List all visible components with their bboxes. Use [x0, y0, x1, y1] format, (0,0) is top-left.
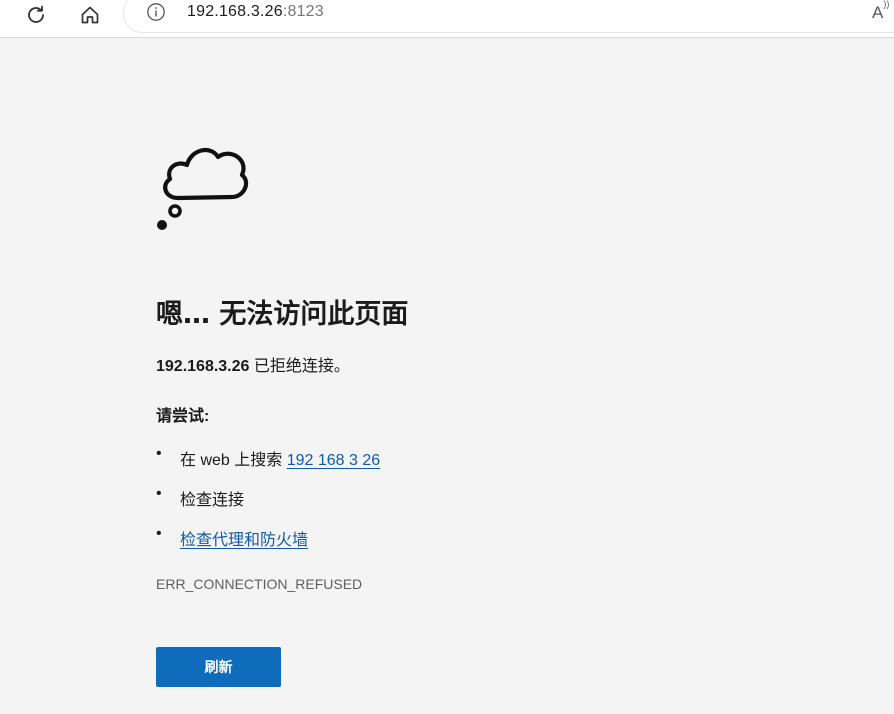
- search-prefix: 在 web 上搜索: [180, 452, 287, 469]
- error-code: ERR_CONNECTION_REFUSED: [156, 576, 363, 592]
- url-port: :8123: [282, 3, 324, 20]
- refused-text: 已拒绝连接。: [249, 358, 350, 375]
- home-icon: [81, 6, 99, 24]
- address-bar[interactable]: 192.168.3.26:8123 A)): [124, 0, 894, 32]
- thought-cloud-icon: [157, 147, 249, 230]
- error-title: 嗯… 无法访问此页面: [156, 299, 409, 330]
- check-proxy-firewall-link[interactable]: 检查代理和防火墙: [180, 532, 308, 549]
- refresh-button[interactable]: 刷新: [156, 647, 281, 687]
- home-button[interactable]: [73, 0, 107, 30]
- refused-host: 192.168.3.26: [156, 358, 250, 375]
- bullet: •: [156, 525, 162, 542]
- error-description: 192.168.3.26 已拒绝连接。: [156, 352, 350, 376]
- search-web-link[interactable]: 192 168 3 26: [287, 452, 380, 469]
- bullet: •: [156, 485, 162, 502]
- reload-button[interactable]: [19, 0, 53, 30]
- check-connection-text: 检查连接: [180, 492, 245, 509]
- info-icon[interactable]: [146, 2, 166, 22]
- read-aloud-button[interactable]: A)): [872, 0, 890, 23]
- read-aloud-waves: )): [883, 0, 890, 10]
- browser-toolbar: 192.168.3.26:8123 A)): [0, 0, 894, 38]
- reload-icon: [28, 5, 44, 23]
- url-host: 192.168.3.26: [187, 3, 283, 20]
- read-aloud-label: A: [872, 3, 884, 22]
- url-text[interactable]: 192.168.3.26:8123: [187, 3, 324, 21]
- try-heading: 请尝试:: [156, 408, 210, 425]
- bullet: •: [156, 445, 162, 462]
